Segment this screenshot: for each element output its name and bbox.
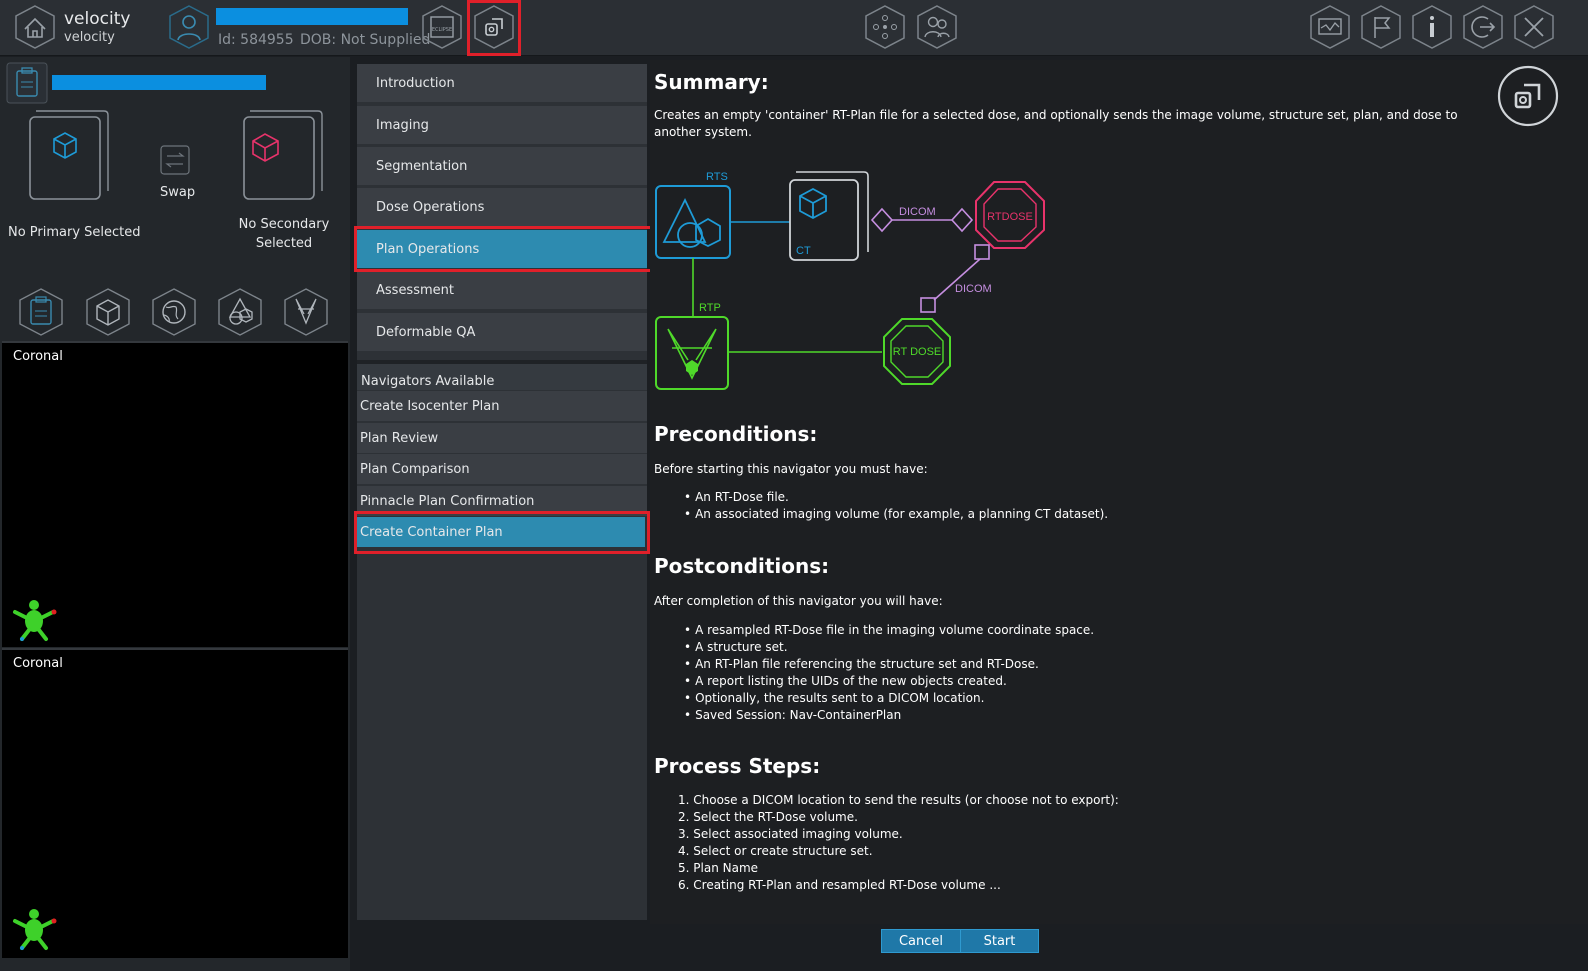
- menu-item-deformable-qa[interactable]: Deformable QA: [357, 313, 647, 351]
- menu-item-dose-operations[interactable]: Dose Operations: [357, 188, 647, 226]
- workflow-menu: Introduction Imaging Segmentation Dose O…: [357, 64, 647, 920]
- menu-item-segmentation[interactable]: Segmentation: [357, 147, 647, 185]
- rtp-label: RTP: [699, 302, 721, 314]
- menu-item-introduction[interactable]: Introduction: [357, 64, 647, 102]
- coronal-viewport-top[interactable]: Coronal: [2, 341, 348, 647]
- left-panel: No Primary Selected Swap No Secondary Se…: [0, 57, 350, 971]
- precondition-item: An RT-Dose file.: [684, 489, 1108, 506]
- plan-tool-icon[interactable]: [282, 287, 330, 337]
- patient-id: Id: 584955: [218, 32, 294, 48]
- postcondition-item: A structure set.: [684, 639, 1094, 656]
- navigator-launch-icon[interactable]: [1497, 65, 1559, 127]
- summary-title: Summary:: [654, 70, 769, 94]
- cancel-button[interactable]: Cancel: [881, 929, 961, 953]
- users-icon[interactable]: [914, 4, 960, 50]
- eclipse-label: ECLIPSE: [432, 27, 452, 33]
- process-steps-list: 1. Choose a DICOM location to send the r…: [678, 792, 1119, 894]
- registration-icon[interactable]: [862, 4, 908, 50]
- process-step: 3. Select associated imaging volume.: [678, 827, 903, 841]
- ct-label: CT: [796, 245, 811, 257]
- process-steps-title: Process Steps:: [654, 754, 821, 778]
- no-primary-label: No Primary Selected: [8, 225, 141, 240]
- dicom-label-1: DICOM: [899, 206, 936, 218]
- swap-label[interactable]: Swap: [160, 185, 195, 200]
- postcondition-item: An RT-Plan file referencing the structur…: [684, 656, 1094, 673]
- patient-icon[interactable]: [166, 4, 212, 50]
- process-step: 5. Plan Name: [678, 861, 759, 875]
- study-icon[interactable]: [6, 62, 48, 104]
- postcondition-item: Saved Session: Nav-ContainerPlan: [684, 707, 1094, 724]
- brand-title: velocity: [64, 9, 131, 29]
- precondition-item: An associated imaging volume (for exampl…: [684, 506, 1108, 523]
- monitor-icon[interactable]: [1307, 4, 1353, 50]
- secondary-volume-slot[interactable]: [240, 109, 326, 209]
- clipboard-tool-icon[interactable]: [17, 287, 65, 337]
- postcondition-item: A resampled RT-Dose file in the imaging …: [684, 622, 1094, 639]
- nav-item-plan-review[interactable]: Plan Review: [357, 423, 647, 453]
- process-step: 1. Choose a DICOM location to send the r…: [678, 793, 1119, 807]
- postconditions-title: Postconditions:: [654, 554, 830, 578]
- summary-text: Creates an empty 'container' RT-Plan fil…: [654, 108, 1458, 139]
- postcondition-item: A report listing the UIDs of the new obj…: [684, 673, 1094, 690]
- postcondition-item: Optionally, the results sent to a DICOM …: [684, 690, 1094, 707]
- process-step: 4. Select or create structure set.: [678, 844, 873, 858]
- swap-icon[interactable]: [159, 144, 191, 180]
- logout-icon[interactable]: [1460, 4, 1506, 50]
- nav-item-plan-comparison[interactable]: Plan Comparison: [357, 454, 647, 484]
- preconditions-title: Preconditions:: [654, 422, 818, 446]
- orientation-mannequin-icon: [10, 595, 58, 643]
- patient-name-redacted: [216, 8, 408, 25]
- no-secondary-label: No Secondary Selected: [238, 217, 330, 251]
- top-toolbar: velocity velocity Id: 584955 DOB: Not Su…: [0, 0, 1588, 56]
- dicom-label-2: DICOM: [955, 283, 992, 295]
- preconditions-intro: Before starting this navigator you must …: [654, 462, 928, 476]
- rtdose-label-top: RTDOSE: [987, 211, 1033, 223]
- study-name-redacted: [52, 75, 266, 90]
- orientation-mannequin-icon: [10, 904, 58, 952]
- bottom-action-bar: Cancel Start: [350, 924, 1588, 971]
- menu-item-imaging[interactable]: Imaging: [357, 106, 647, 144]
- viewport-label: Coronal: [13, 656, 63, 671]
- close-icon[interactable]: [1511, 4, 1557, 50]
- home-icon[interactable]: [12, 4, 58, 50]
- nav-item-create-isocenter-plan[interactable]: Create Isocenter Plan: [357, 391, 647, 421]
- highlight-create-container-plan: [354, 511, 650, 554]
- postconditions-list: A resampled RT-Dose file in the imaging …: [684, 622, 1094, 724]
- navigator-description: Summary: Creates an empty 'container' RT…: [650, 60, 1588, 924]
- patient-dob: DOB: Not Supplied: [300, 32, 431, 48]
- flag-icon[interactable]: [1358, 4, 1404, 50]
- process-step: 2. Select the RT-Dose volume.: [678, 810, 858, 824]
- workflow-diagram: RTS CT DICOM RTDOSE DICOM RTP RT DOSE: [655, 171, 1045, 390]
- globe-tool-icon[interactable]: [150, 287, 198, 337]
- highlight-navigator: [467, 0, 521, 56]
- coronal-viewport-bottom[interactable]: Coronal: [2, 648, 348, 958]
- viewport-label: Coronal: [13, 349, 63, 364]
- brand-subtitle: velocity: [64, 30, 115, 45]
- structure-tool-icon[interactable]: [216, 287, 264, 337]
- navigators-header: Navigators Available: [357, 360, 647, 390]
- highlight-plan-operations: [354, 226, 656, 272]
- volume-tool-icon[interactable]: [84, 287, 132, 337]
- postconditions-intro: After completion of this navigator you w…: [654, 594, 943, 608]
- process-step: 6. Creating RT-Plan and resampled RT-Dos…: [678, 878, 1001, 892]
- menu-item-assessment[interactable]: Assessment: [357, 271, 647, 309]
- primary-volume-slot[interactable]: [26, 109, 112, 209]
- rtdose-label-bottom: RT DOSE: [893, 346, 942, 358]
- eclipse-icon[interactable]: ECLIPSE: [419, 4, 465, 50]
- start-button[interactable]: Start: [960, 929, 1039, 953]
- rts-label: RTS: [706, 171, 728, 183]
- info-icon[interactable]: [1409, 4, 1455, 50]
- preconditions-list: An RT-Dose file. An associated imaging v…: [684, 489, 1108, 523]
